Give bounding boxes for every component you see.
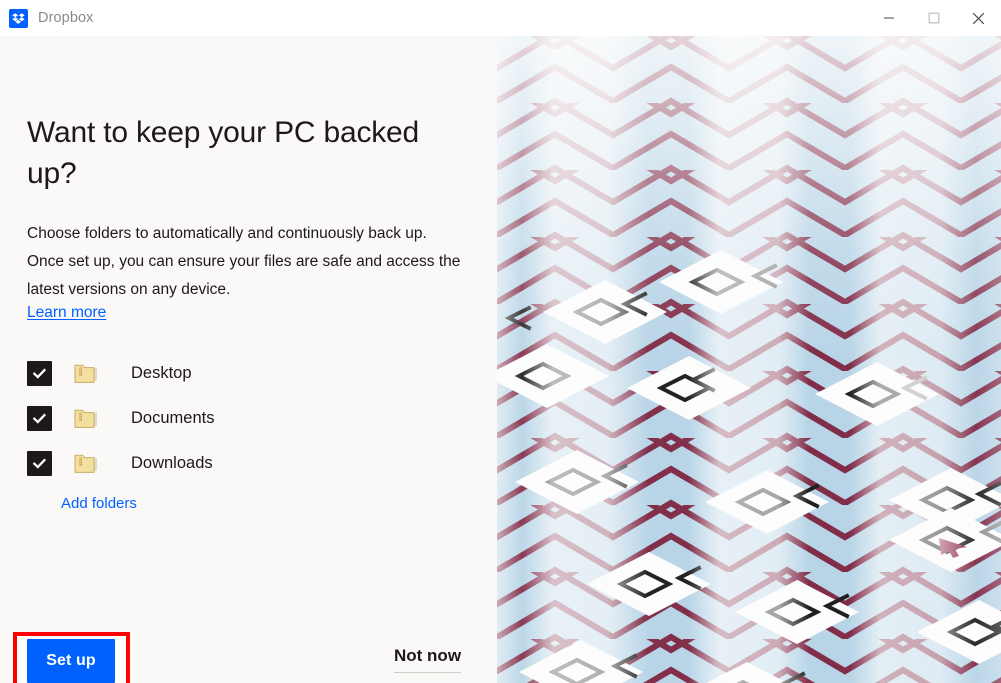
isometric-grid-illustration — [497, 36, 1001, 683]
page-description: Choose folders to automatically and cont… — [27, 225, 461, 298]
learn-more-link[interactable]: Learn more — [27, 301, 106, 325]
folder-icon — [74, 407, 100, 431]
checkbox-downloads[interactable] — [27, 451, 52, 476]
dropbox-logo-icon — [9, 8, 28, 28]
dropbox-backup-window: Dropbox Want to keep your PC backed up? … — [0, 0, 1001, 683]
maximize-button[interactable] — [911, 0, 956, 36]
folder-icon — [74, 362, 100, 386]
title-bar-left: Dropbox — [0, 8, 94, 28]
window-title: Dropbox — [38, 10, 94, 26]
folder-label: Downloads — [131, 454, 213, 472]
minimize-button[interactable] — [866, 0, 911, 36]
close-icon — [972, 12, 985, 25]
folder-icon — [74, 452, 100, 476]
checkbox-desktop[interactable] — [27, 361, 52, 386]
setup-button[interactable]: Set up — [27, 639, 115, 683]
folder-row-downloads[interactable]: Downloads — [27, 441, 447, 486]
add-folders-link[interactable]: Add folders — [61, 495, 137, 512]
content-pane: Want to keep your PC backed up? Choose f… — [0, 36, 497, 683]
folder-label: Desktop — [131, 364, 192, 382]
close-button[interactable] — [956, 0, 1001, 36]
not-now-button[interactable]: Not now — [394, 646, 462, 673]
folder-row-desktop[interactable]: Desktop — [27, 351, 447, 396]
page-title: Want to keep your PC backed up? — [27, 116, 420, 190]
folder-label: Documents — [131, 409, 215, 427]
folder-list: Desktop Documents Downloads — [27, 351, 447, 486]
title-bar: Dropbox — [0, 0, 1001, 36]
maximize-icon — [928, 12, 940, 24]
minimize-icon — [883, 12, 895, 24]
folder-row-documents[interactable]: Documents — [27, 396, 447, 441]
checkbox-documents[interactable] — [27, 406, 52, 431]
